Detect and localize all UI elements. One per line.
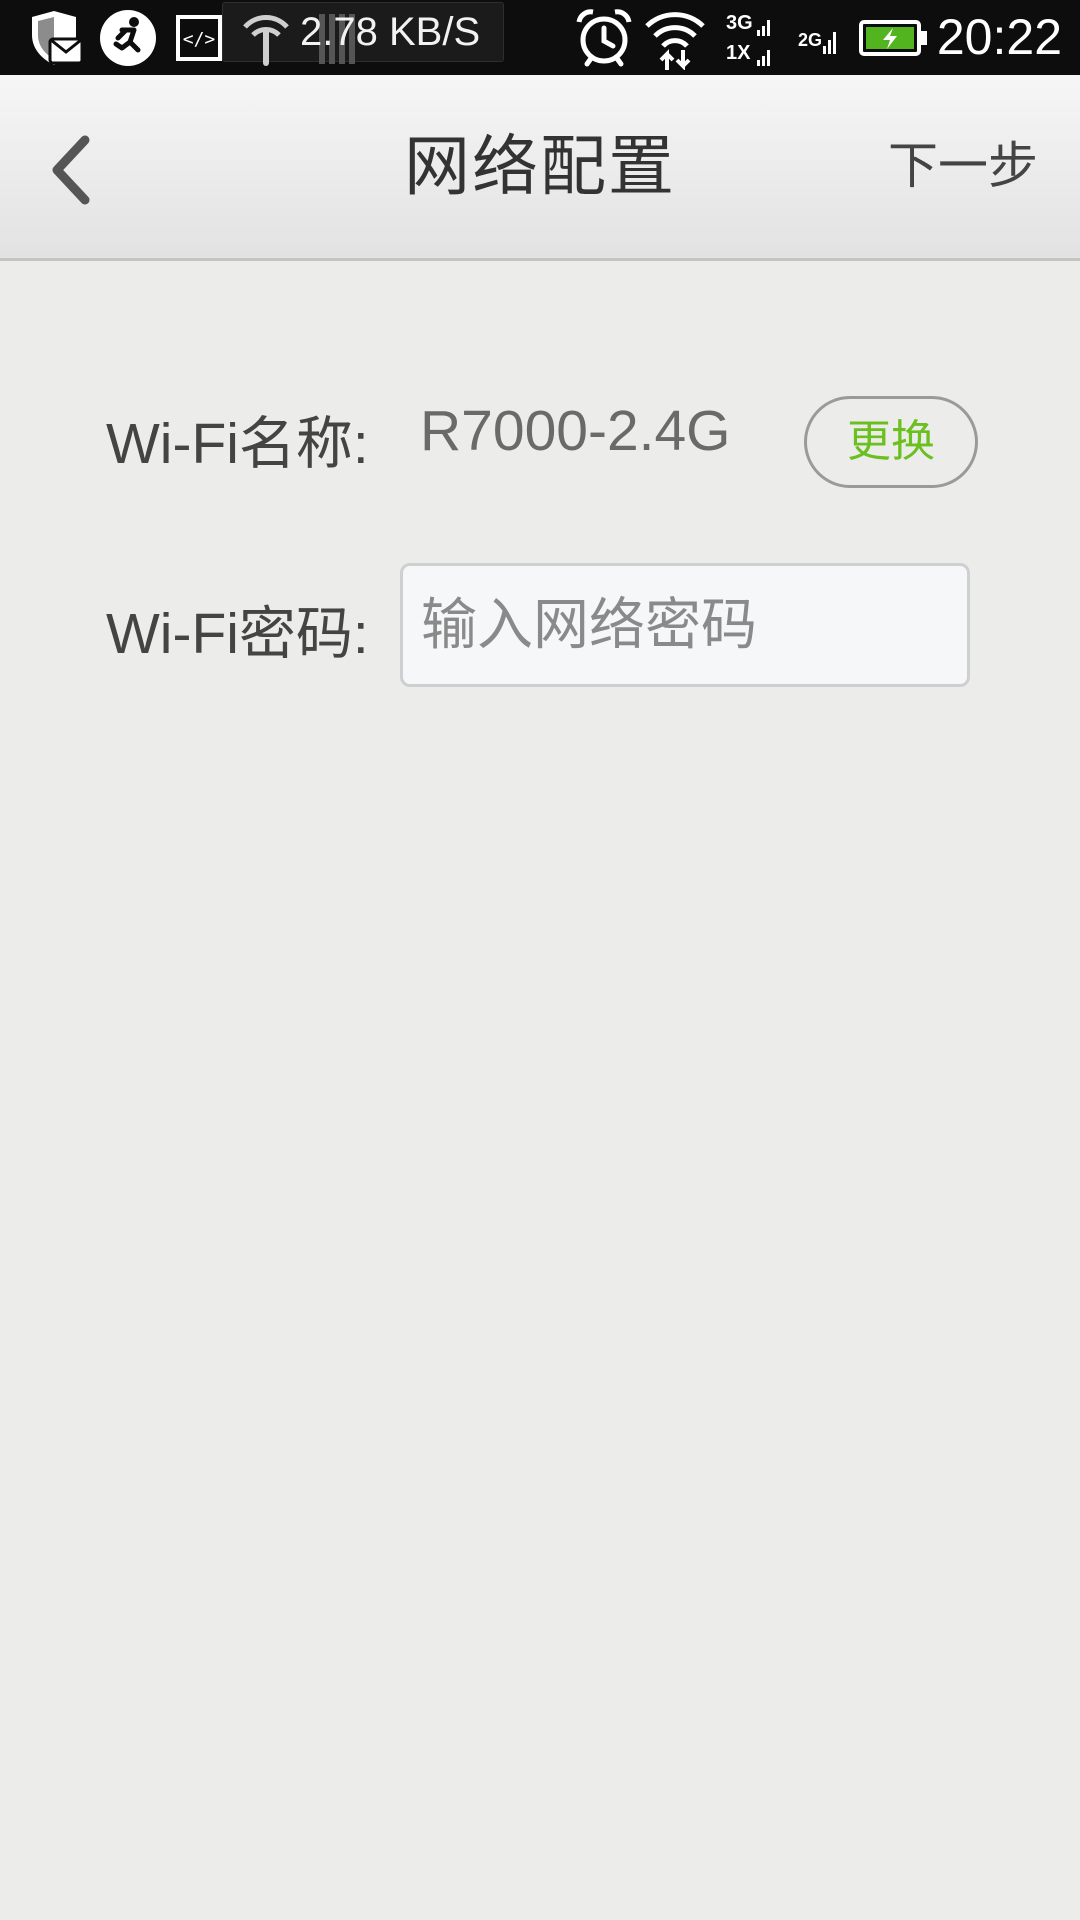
- signal-2g-icon: [822, 0, 842, 75]
- clock: 20:22: [936, 9, 1062, 65]
- ssid-label: Wi-Fi名称:: [106, 412, 369, 476]
- signal-2g-label: 2G: [798, 30, 823, 50]
- signal-3g-label: 3G: [726, 12, 753, 34]
- password-label: Wi-Fi密码:: [106, 602, 369, 666]
- wifi-icon: [642, 0, 708, 75]
- ssid-value: R7000-2.4G: [420, 399, 731, 463]
- header: 网络配置 下一步: [0, 75, 1080, 261]
- svg-text:</>: </>: [183, 29, 216, 50]
- code-icon: </>: [174, 0, 224, 75]
- change-network-button[interactable]: 更换: [804, 396, 978, 488]
- alarm-icon: [574, 0, 634, 75]
- runner-icon: [96, 0, 160, 75]
- battery-charging-icon: [858, 0, 930, 75]
- next-step-button[interactable]: 下一步: [888, 75, 1038, 258]
- signal-3g-icon: [756, 0, 776, 75]
- net-speed-text: 2.78 KB/S: [300, 10, 481, 54]
- shield-mail-icon: [26, 0, 86, 75]
- status-bar: </> 2.78 KB/S 3G 1X 2G 20:22: [0, 0, 1080, 75]
- password-input[interactable]: [400, 563, 970, 687]
- screen: </> 2.78 KB/S 3G 1X 2G 20:22 网络配置 下一步 Wi…: [0, 0, 1080, 1920]
- wifi-usb-icon: [238, 0, 294, 75]
- signal-1x-label: 1X: [726, 42, 751, 64]
